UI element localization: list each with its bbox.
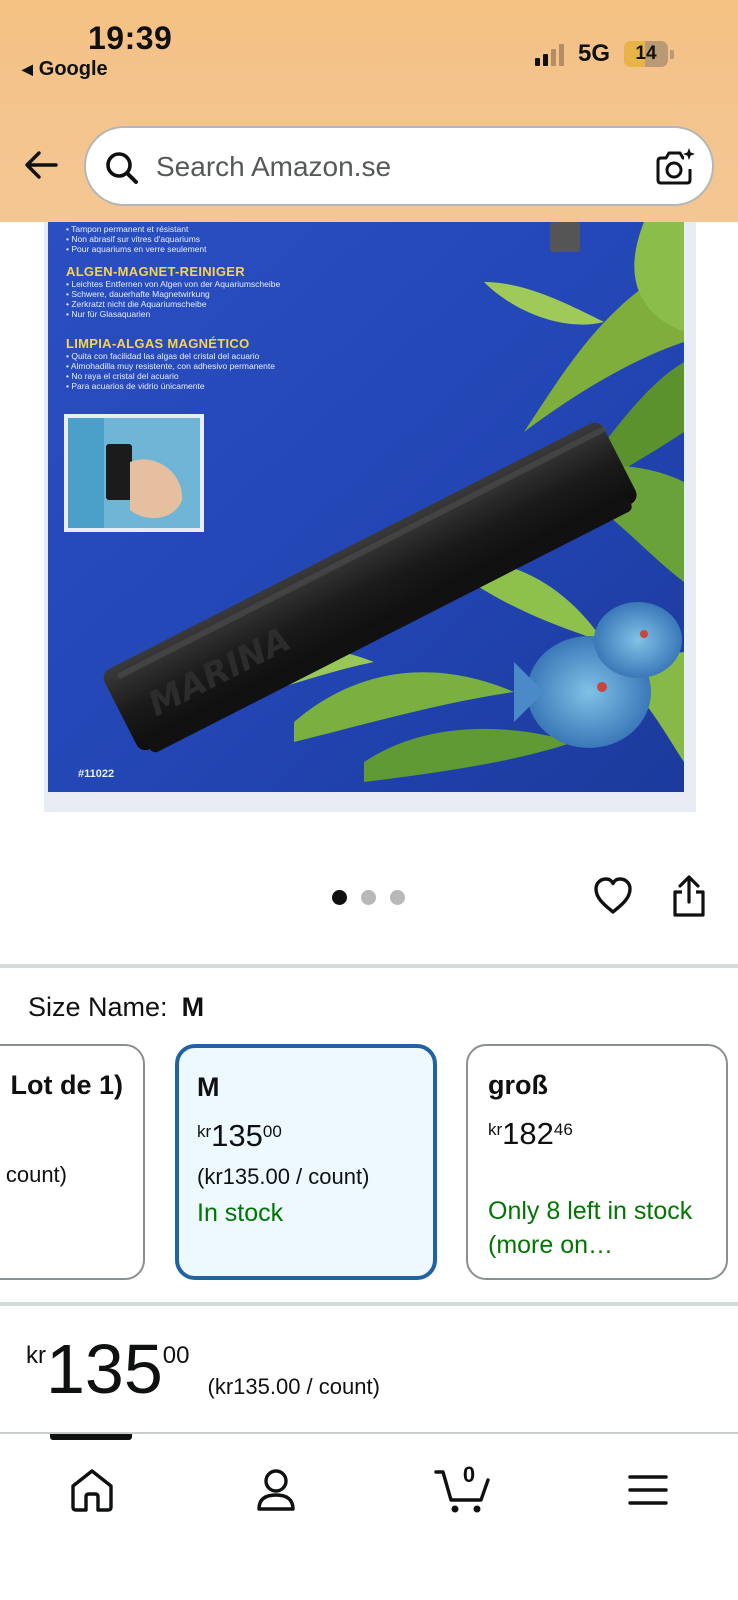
product-image[interactable]: MARINA • Tampon permanent et résistant •… <box>44 222 696 812</box>
cellular-signal-icon <box>534 42 564 66</box>
search-input[interactable] <box>156 146 626 188</box>
size-option-stock: Only 8 left in stock (more on… <box>488 1197 693 1259</box>
package-line: • Leichtes Entfernen von Algen von der A… <box>66 279 281 289</box>
carousel-dot[interactable] <box>361 890 376 905</box>
bottom-navigation: 0 <box>0 1432 738 1600</box>
package-line: • Para acuarios de vidrio únicamente <box>66 381 205 391</box>
section-divider <box>0 1302 738 1306</box>
camera-search-icon[interactable] <box>654 146 696 188</box>
cart-count: 0 <box>462 1462 476 1487</box>
main-price: kr 135 00 (kr135.00 / count) <box>26 1334 380 1404</box>
size-option-title: M <box>197 1072 220 1102</box>
account-icon[interactable] <box>250 1464 302 1516</box>
package-line: • Pour aquariums en verre seulement <box>66 244 207 254</box>
package-text-fr: • Tampon permanent et résistant • Non ab… <box>66 224 206 254</box>
size-option-m[interactable]: M kr13500 (kr135.00 / count) In stock <box>175 1044 437 1280</box>
back-triangle-icon: ◀ <box>22 61 33 77</box>
carousel-dot[interactable] <box>332 890 347 905</box>
package-line: • Tampon permanent et résistant <box>66 224 189 234</box>
search-icon <box>106 152 138 184</box>
image-carousel-dots[interactable] <box>332 890 405 905</box>
battery-icon: 14 <box>624 41 668 67</box>
app-header: 19:39 ◀ Google 5G 14 <box>0 0 738 222</box>
price-currency: kr <box>197 1122 212 1141</box>
package-text-de: ALGEN-MAGNET-REINIGER • Leichtes Entfern… <box>66 264 280 319</box>
price-fraction: 00 <box>262 1122 282 1141</box>
package-line: • No raya el cristal del acuario <box>66 371 179 381</box>
size-option-gross[interactable]: groß kr18246 Only 8 left in stock (more … <box>466 1044 728 1280</box>
size-option-price: kr13500 <box>197 1118 282 1154</box>
main-price-fraction: 00 <box>162 1342 190 1369</box>
active-tab-indicator <box>50 1434 132 1440</box>
size-option-title: Lot de 1) <box>10 1070 124 1100</box>
size-option-unit-price: count) <box>5 1162 67 1187</box>
size-option-lot-de-1[interactable]: Lot de 1) count) <box>0 1044 145 1280</box>
size-selected-value: M <box>181 992 205 1022</box>
main-price-unit: (kr135.00 / count) <box>207 1374 380 1399</box>
size-option-unit-price: (kr135.00 / count) <box>197 1164 370 1189</box>
package-item-code: #11022 <box>78 768 115 780</box>
package-line: • Zerkratzt nicht die Aquariumscheibe <box>66 299 207 309</box>
battery-level: 14 <box>635 43 657 64</box>
size-option-price: kr18246 <box>488 1116 573 1152</box>
package-heading: ALGEN-MAGNET-REINIGER <box>66 264 245 279</box>
main-price-whole: 135 <box>46 1330 163 1408</box>
network-type: 5G <box>577 40 610 67</box>
size-option-title: groß <box>488 1070 548 1100</box>
size-name-label: Size Name: <box>28 992 168 1022</box>
package-line: • Nur für Glasaquarien <box>66 309 151 319</box>
price-whole: 182 <box>502 1116 554 1151</box>
package-heading: LIMPIA-ALGAS MAGNÉTICO <box>66 336 250 351</box>
package-line: • Schwere, dauerhafte Magnetwirkung <box>66 289 210 299</box>
status-indicators: 5G 14 <box>534 40 668 68</box>
section-divider <box>0 964 738 968</box>
price-currency: kr <box>488 1120 503 1139</box>
back-to-app-link[interactable]: ◀ Google <box>22 58 108 81</box>
search-bar[interactable] <box>84 126 714 206</box>
back-arrow-icon[interactable] <box>22 146 60 184</box>
share-icon[interactable] <box>670 874 708 918</box>
price-whole: 135 <box>211 1118 263 1153</box>
home-icon[interactable] <box>66 1464 118 1516</box>
size-name-row: Size Name: M <box>28 992 204 1023</box>
status-time: 19:39 <box>88 20 173 56</box>
price-fraction: 46 <box>553 1120 573 1139</box>
package-line: • Quita con facilidad las algas del cris… <box>66 351 260 361</box>
cart-button[interactable]: 0 <box>434 1462 492 1516</box>
main-price-currency: kr <box>26 1342 46 1369</box>
back-app-label: Google <box>38 58 108 80</box>
package-line: • Almohadilla muy resistente, con adhesi… <box>66 361 275 371</box>
heart-icon[interactable] <box>592 876 634 916</box>
size-option-stock: In stock <box>197 1199 284 1227</box>
package-line: • Non abrasif sur vitres d'aquariums <box>66 234 201 244</box>
package-text-es: LIMPIA-ALGAS MAGNÉTICO • Quita con facil… <box>66 336 275 391</box>
carousel-dot[interactable] <box>390 890 405 905</box>
menu-icon[interactable] <box>622 1464 674 1516</box>
battery-tip <box>670 50 674 59</box>
